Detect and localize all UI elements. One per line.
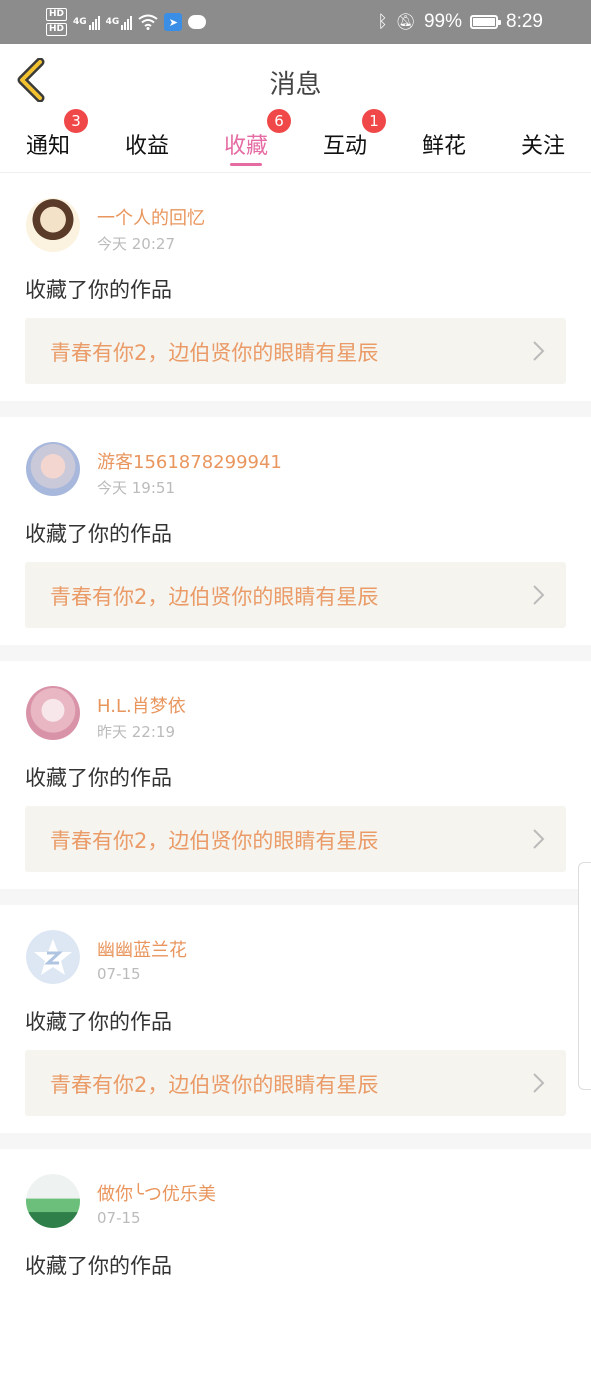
tab-interactions[interactable]: 互动 1 [295,109,395,172]
tab-notifications[interactable]: 通知 3 [0,109,98,172]
work-title: 青春有你2，边伯贤你的眼睛有星辰 [50,829,379,853]
network-type: 4G [73,17,87,27]
wifi-icon [138,14,158,30]
avatar[interactable] [26,198,80,252]
work-title: 青春有你2，边伯贤你的眼睛有星辰 [50,585,379,609]
work-title: 青春有你2，边伯贤你的眼睛有星辰 [50,1073,379,1097]
network-type: 4G [105,17,120,27]
action-text: 收藏了你的作品 [25,1010,172,1034]
tab-flowers[interactable]: 鲜花 [394,116,494,172]
timestamp: 07-15 [97,965,141,983]
timestamp: 昨天 22:19 [97,723,175,741]
divider [0,1133,591,1149]
work-link[interactable]: 青春有你2，边伯贤你的眼睛有星辰 [25,562,566,628]
unread-badge: 6 [267,109,291,133]
list-item: 幽幽蓝兰花 07-15 收藏了你的作品 青春有你2，边伯贤你的眼睛有星辰 [0,905,591,1133]
signal-icon [88,14,100,30]
work-link[interactable]: 青春有你2，边伯贤你的眼睛有星辰 [25,318,566,384]
divider [0,645,591,661]
username[interactable]: 幽幽蓝兰花 [97,936,187,962]
tab-favorites[interactable]: 收藏 6 [196,109,296,172]
list-item: 一个人的回忆 今天 20:27 收藏了你的作品 青春有你2，边伯贤你的眼睛有星辰 [0,173,591,401]
default-avatar-icon[interactable] [26,930,80,984]
chevron-right-icon [533,1073,545,1093]
action-text: 收藏了你的作品 [25,1254,172,1278]
timestamp: 07-15 [97,1209,141,1227]
mute-bell-icon: 🔕︎ [395,14,416,31]
page-title: 消息 [269,70,322,100]
hd-indicator: HD [46,23,68,36]
message-list: 一个人的回忆 今天 20:27 收藏了你的作品 青春有你2，边伯贤你的眼睛有星辰… [0,173,591,1377]
avatar[interactable] [26,442,80,496]
signal-icon [121,14,133,30]
hd-indicator: HD [46,8,68,21]
tab-follows[interactable]: 关注 [493,116,591,172]
tab-label: 通知 [25,134,70,159]
avatar[interactable] [26,686,80,740]
action-text: 收藏了你的作品 [25,278,172,302]
active-tab-indicator [230,163,262,166]
work-link[interactable]: 青春有你2，边伯贤你的眼睛有星辰 [25,1050,566,1116]
app-notification-icon: ➤ [164,13,183,31]
action-text: 收藏了你的作品 [25,766,172,790]
work-title: 青春有你2，边伯贤你的眼睛有星辰 [50,341,379,365]
tab-label: 收益 [124,134,169,159]
unread-badge: 1 [362,109,386,133]
username[interactable]: 一个人的回忆 [97,204,205,230]
battery-percent: 99% [423,11,463,32]
work-link[interactable]: 青春有你2，边伯贤你的眼睛有星辰 [25,806,566,872]
tab-earnings[interactable]: 收益 [97,116,197,172]
battery-icon [470,15,502,29]
timestamp: 今天 20:27 [97,235,175,253]
unread-badge: 3 [64,109,88,133]
list-item: 做你╰つ优乐美 07-15 收藏了你的作品 [0,1149,591,1377]
action-text: 收藏了你的作品 [25,522,172,546]
username[interactable]: H.L.肖梦依 [97,692,186,718]
username[interactable]: 做你╰つ优乐美 [97,1180,216,1206]
tab-label: 互动 [322,134,367,159]
bluetooth-icon: ᛒ [377,12,388,31]
divider [0,889,591,905]
status-bar: HD HD 4G 4G ➤ ᛒ 🔕︎ 99% 8:29 [0,0,591,44]
list-item: H.L.肖梦依 昨天 22:19 收藏了你的作品 青春有你2，边伯贤你的眼睛有星… [0,661,591,889]
list-item: 游客1561878299941 今天 19:51 收藏了你的作品 青春有你2，边… [0,417,591,645]
nav-header: 消息 [0,44,591,116]
tab-label: 鲜花 [421,134,466,159]
chevron-right-icon [533,829,545,849]
tab-label: 关注 [520,134,565,159]
divider [0,401,591,417]
side-scroll-handle[interactable] [578,862,591,1090]
username[interactable]: 游客1561878299941 [97,448,282,474]
clock: 8:29 [506,11,543,32]
chevron-right-icon [533,585,545,605]
tab-bar: 通知 3 收益 收藏 6 互动 1 鲜花 关注 [0,109,591,173]
avatar[interactable] [26,1174,80,1228]
timestamp: 今天 19:51 [97,479,175,497]
chat-notification-icon [188,15,207,29]
chevron-right-icon [533,341,545,361]
